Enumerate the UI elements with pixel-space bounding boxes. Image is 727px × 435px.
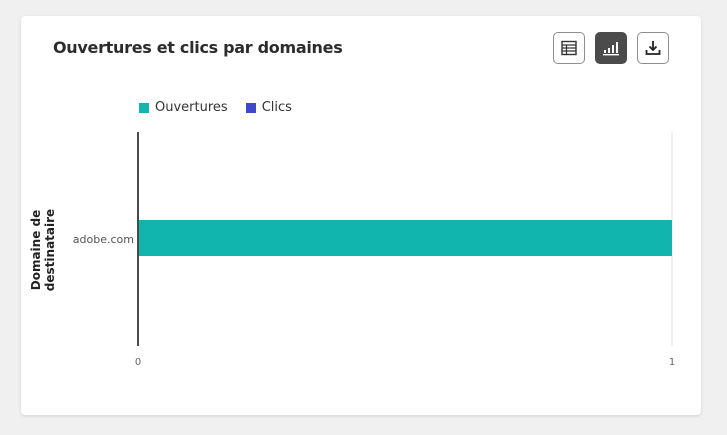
bar-chart: adobe.com 0 1 xyxy=(73,132,675,368)
y-tick-label: adobe.com xyxy=(73,233,134,246)
bar-ouvertures xyxy=(138,220,672,256)
x-tick-label: 1 xyxy=(669,357,675,368)
chart-card: Ouvertures et clics par domaines Ouvertu… xyxy=(21,16,701,415)
x-tick-label: 0 xyxy=(135,357,141,368)
